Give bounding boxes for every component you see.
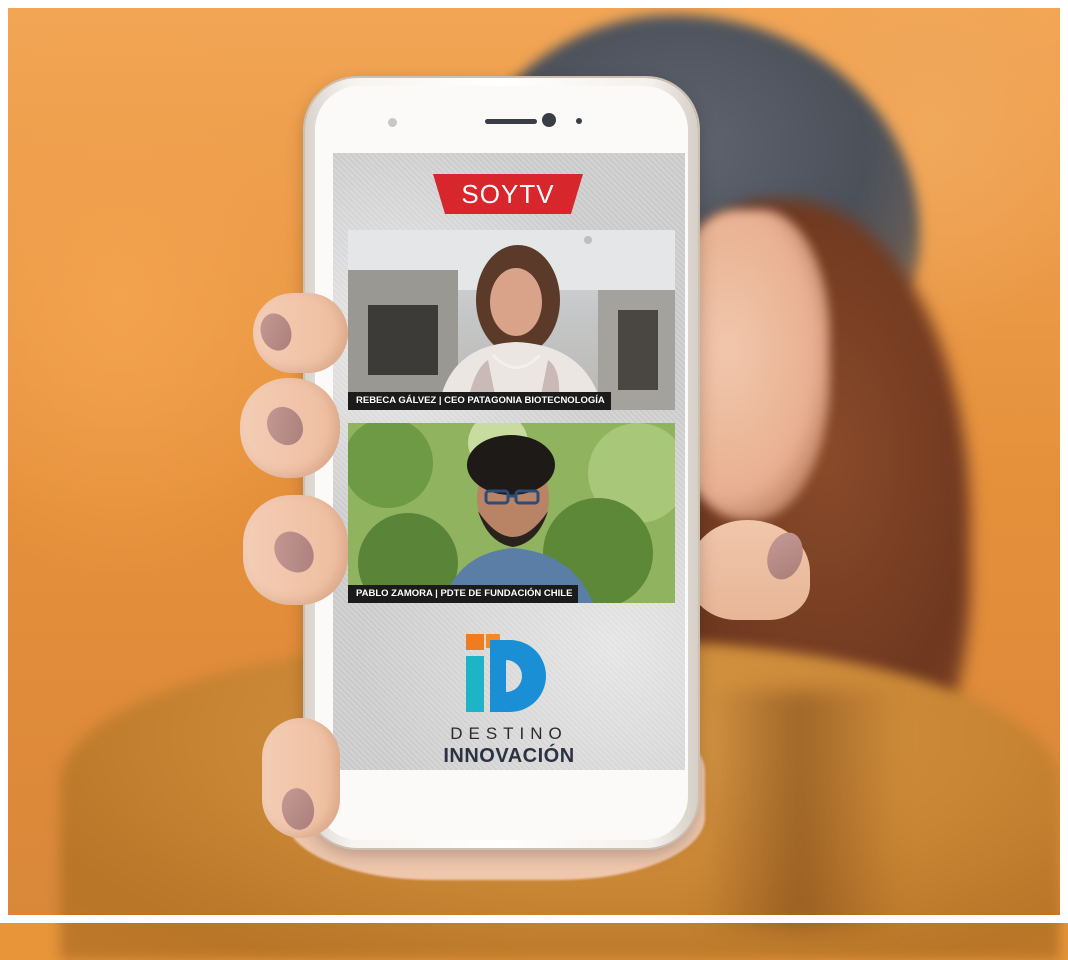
fingernail <box>278 785 318 833</box>
speaker-caption-2: PABLO ZAMORA | PDTE DE FUNDACIÓN CHILE <box>348 585 579 603</box>
video-frame-hotel-room <box>348 230 675 410</box>
logo-text-destino: DESTINO <box>450 724 568 743</box>
finger-index <box>253 293 348 373</box>
finger-little <box>262 718 340 838</box>
logo-text-innovacion: INNOVACIÓN <box>443 745 575 767</box>
fingernail <box>259 399 311 453</box>
sweater-shadow <box>700 690 900 930</box>
phone-screen: SOYTV REBECA GÁLVEZ | CEO PATAGONIA BIOT… <box>333 153 685 770</box>
front-camera <box>542 113 556 127</box>
soytv-logo-text: SOYTV <box>461 178 555 209</box>
soytv-logo: SOYTV <box>433 174 583 214</box>
video-frame-garden <box>348 423 675 603</box>
video-panel-rebeca: REBECA GÁLVEZ | CEO PATAGONIA BIOTECNOLO… <box>348 230 675 410</box>
thumb <box>690 520 810 620</box>
light-sensor <box>576 118 582 124</box>
speaker-caption-1: REBECA GÁLVEZ | CEO PATAGONIA BIOTECNOLO… <box>348 392 611 410</box>
fingernail <box>266 523 322 581</box>
smartphone: SOYTV REBECA GÁLVEZ | CEO PATAGONIA BIOT… <box>305 78 698 848</box>
phone-front: SOYTV REBECA GÁLVEZ | CEO PATAGONIA BIOT… <box>315 86 688 840</box>
video-panel-pablo: PABLO ZAMORA | PDTE DE FUNDACIÓN CHILE <box>348 423 675 603</box>
fingernail <box>255 309 297 355</box>
finger-ring <box>243 495 348 605</box>
finger-middle <box>240 378 340 478</box>
destino-innovacion-logo-mark <box>466 634 546 712</box>
earpiece-speaker <box>485 119 537 124</box>
proximity-sensor <box>388 118 397 127</box>
